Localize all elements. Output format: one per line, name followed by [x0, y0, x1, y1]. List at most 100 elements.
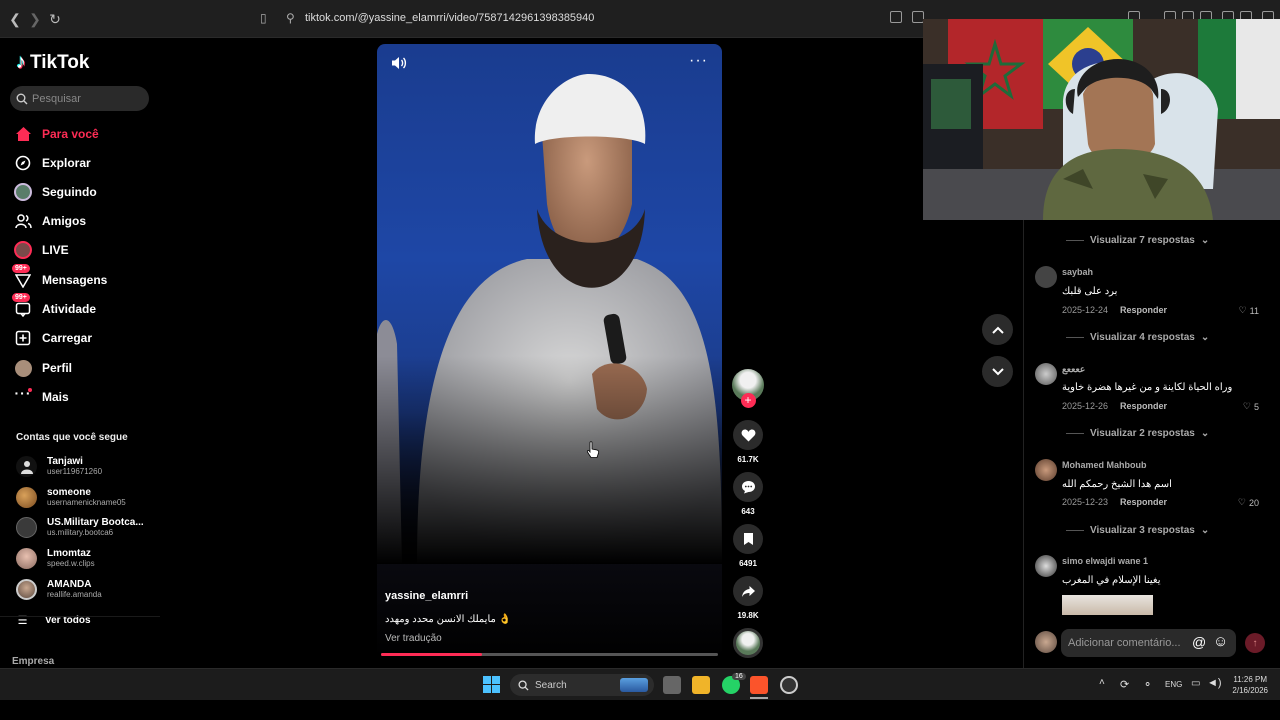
taskbar-search[interactable]: Search — [510, 674, 654, 696]
following-avatar-icon — [14, 183, 32, 201]
avatar[interactable] — [1035, 555, 1057, 577]
tiktok-logo[interactable]: ♪ TikTok — [16, 51, 89, 74]
reply-button[interactable]: Responder — [1120, 401, 1167, 411]
reply-button[interactable]: Responder — [1120, 305, 1167, 315]
brave-browser-icon[interactable] — [750, 676, 768, 694]
sync-icon[interactable]: ⟳ — [1120, 678, 1129, 691]
home-icon — [14, 125, 32, 143]
save-button[interactable]: 6491 — [732, 524, 764, 568]
forward-icon[interactable]: ❯ — [26, 10, 44, 28]
comment-text: برد على قلبك — [1062, 286, 1118, 297]
comment-button[interactable]: 643 — [732, 472, 764, 516]
more-options-icon[interactable]: ··· — [689, 52, 708, 70]
followed-account[interactable]: Tanjawi user119671260 — [16, 456, 102, 477]
chevron-down-icon: ⌄ — [1200, 525, 1210, 536]
chevron-up-icon[interactable]: ˄ — [1099, 677, 1105, 688]
avatar — [16, 517, 37, 538]
comment-like-button[interactable]: ♡ 20 — [1238, 497, 1259, 508]
nav-para-voce[interactable]: Para você — [14, 124, 99, 144]
site-settings-icon[interactable]: ⚲ — [286, 11, 295, 25]
nav-live[interactable]: LIVE — [14, 240, 69, 260]
emoji-icon[interactable]: ☺ — [1213, 633, 1228, 650]
file-explorer-icon[interactable] — [692, 676, 710, 694]
author-avatar-button[interactable]: + — [732, 369, 764, 408]
view-replies-button[interactable]: Visualizar 3 respostas ⌄ — [1066, 525, 1209, 536]
network-icon[interactable]: ▭ — [1191, 678, 1200, 689]
avatar[interactable] — [1035, 266, 1057, 288]
heart-outline-icon: ♡ — [1238, 305, 1247, 315]
follow-plus-icon[interactable]: + — [740, 393, 756, 408]
comment-user[interactable]: ععععع — [1062, 364, 1085, 375]
nav-explorar[interactable]: Explorar — [14, 153, 91, 173]
nav-carregar[interactable]: Carregar — [14, 328, 92, 348]
search-icon — [518, 679, 529, 691]
share-button[interactable]: 19.8K — [732, 576, 764, 620]
whatsapp-badge: 16 — [732, 673, 746, 680]
bookmark-icon — [733, 524, 763, 554]
comment-text: وراه الحياة لكاينة و من غيرها هضرة خاوية — [1062, 382, 1233, 393]
task-view-icon[interactable] — [663, 676, 681, 694]
reload-icon[interactable]: ↻ — [46, 10, 64, 28]
compass-icon — [14, 154, 32, 172]
comment-like-button[interactable]: ♡ 11 — [1239, 305, 1259, 316]
nav-amigos[interactable]: Amigos — [14, 211, 86, 231]
search-input[interactable]: Pesquisar — [10, 86, 149, 111]
nav-seguindo[interactable]: Seguindo — [14, 182, 97, 202]
comment-meta: 2025-12-26 Responder — [1062, 401, 1168, 411]
video-player[interactable]: ··· yassine_elamrri مايملك الانسن محدد و… — [377, 44, 722, 658]
view-replies-button[interactable]: Visualizar 4 respostas ⌄ — [1066, 332, 1209, 343]
followed-account[interactable]: AMANDA reallife.amanda — [16, 579, 102, 600]
video-progress-bar[interactable] — [381, 653, 718, 656]
next-video-button[interactable] — [982, 356, 1013, 387]
followed-account[interactable]: someone usernamenickname05 — [16, 487, 126, 508]
comment-like-button[interactable]: ♡ 5 — [1243, 401, 1259, 412]
chevron-down-icon: ⌄ — [1200, 332, 1210, 343]
comment-user[interactable]: Mohamed Mahboub — [1062, 460, 1147, 470]
address-bar[interactable]: tiktok.com/@yassine_elamrri/video/758714… — [305, 12, 594, 24]
nav-mensagens[interactable]: 99+ Mensagens — [12, 264, 107, 290]
video-author[interactable]: yassine_elamrri — [385, 590, 468, 602]
company-link[interactable]: Empresa — [12, 656, 54, 667]
translate-link[interactable]: Ver tradução — [385, 633, 442, 644]
windows-start-icon[interactable] — [483, 676, 500, 698]
like-button[interactable]: 61.7K — [732, 420, 764, 464]
music-disc[interactable] — [732, 628, 764, 658]
language-indicator[interactable]: ENG — [1165, 680, 1182, 689]
music-avatar — [733, 628, 763, 658]
share-icon — [733, 576, 763, 606]
view-replies-button[interactable]: Visualizar 7 respostas ⌄ — [1066, 235, 1209, 246]
comment-user[interactable]: saybah — [1062, 267, 1093, 277]
volume-icon[interactable] — [391, 56, 407, 73]
comment-meta: 2025-12-24 Responder — [1062, 305, 1168, 315]
followed-account[interactable]: Lmomtaz speed.w.clips — [16, 548, 95, 569]
nav-perfil[interactable]: Perfil — [14, 358, 72, 378]
mention-icon[interactable]: @ — [1192, 634, 1206, 650]
followed-account[interactable]: US.Military Bootca... us.military.bootca6 — [16, 517, 144, 538]
comment-input[interactable]: Adicionar comentário... — [1061, 629, 1236, 657]
previous-video-button[interactable] — [982, 314, 1013, 345]
search-highlight-icon — [620, 678, 648, 692]
send-button[interactable]: ↑ — [1245, 633, 1265, 653]
back-icon[interactable]: ❮ — [6, 10, 24, 28]
volume-icon[interactable]: ◄) — [1207, 677, 1222, 689]
view-replies-button[interactable]: Visualizar 2 respostas ⌄ — [1066, 428, 1209, 439]
obs-icon[interactable] — [780, 676, 798, 694]
arrow-up-icon: ↑ — [1252, 637, 1258, 649]
comment-meta: 2025-12-23 Responder — [1062, 497, 1168, 507]
comment-user[interactable]: simo elwajdi wane 1 — [1062, 556, 1148, 566]
reply-button[interactable]: Responder — [1120, 497, 1167, 507]
bookmark-icon[interactable]: ▯ — [260, 11, 267, 25]
activity-icon: 99+ — [12, 293, 32, 318]
avatar[interactable] — [1035, 459, 1057, 481]
comment-icon — [733, 472, 763, 502]
microphone-icon[interactable]: ⚬ — [1143, 678, 1152, 691]
live-icon — [14, 241, 32, 259]
nav-atividade[interactable]: 99+ Atividade — [12, 293, 96, 319]
avatar[interactable] — [1035, 363, 1057, 385]
comment-image[interactable] — [1062, 595, 1153, 615]
webcam-overlay — [923, 19, 1280, 220]
upload-icon — [14, 329, 32, 347]
extension-icon[interactable] — [890, 11, 902, 23]
system-clock[interactable]: 11:26 PM 2/16/2026 — [1232, 674, 1268, 696]
nav-mais[interactable]: ··· Mais — [14, 385, 69, 407]
